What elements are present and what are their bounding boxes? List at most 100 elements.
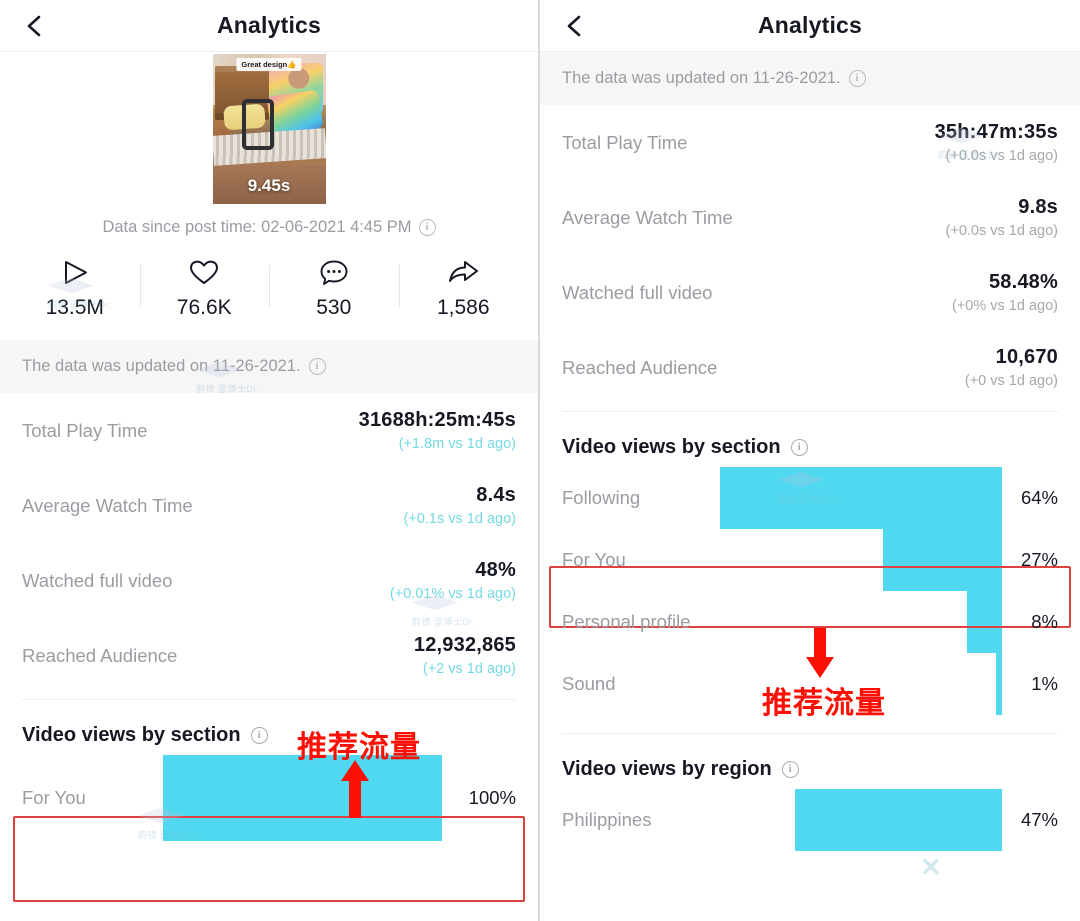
metric-value: 58.48% — [988, 271, 1058, 293]
bar-row: For You 100% — [22, 755, 516, 841]
stat-shares[interactable]: 1,586 — [398, 259, 529, 320]
metric-value: 8.4s — [476, 484, 516, 506]
stat-comments[interactable]: 530 — [269, 259, 399, 320]
info-icon[interactable]: i — [250, 727, 268, 744]
bar-fill — [883, 529, 1002, 591]
left-views-by-section-chart: For You 100% — [0, 755, 538, 841]
metric-value: 31688h:25m:45s — [358, 409, 516, 431]
metric-row: Average Watch Time 9.8s (+0.0s vs 1d ago… — [562, 180, 1058, 255]
metric-delta: (+0 vs 1d ago) — [964, 373, 1058, 389]
info-icon[interactable]: i — [418, 219, 436, 236]
bar-fill — [162, 755, 442, 841]
right-header: Analytics — [540, 0, 1080, 52]
metric-delta: (+0.0s vs 1d ago) — [945, 223, 1058, 239]
metric-delta: (+0.1s vs 1d ago) — [403, 511, 516, 527]
metric-delta: (+2 vs 1d ago) — [422, 661, 516, 677]
bar-value: 100% — [468, 787, 516, 808]
page-title: Analytics — [757, 12, 863, 38]
section-title-label: Video views by section — [22, 724, 241, 746]
section-title-views-by-section: Video views by section i — [0, 700, 538, 755]
metric-label: Watched full video — [22, 569, 173, 591]
metric-row: Average Watch Time 8.4s (+0.1s vs 1d ago… — [22, 468, 516, 543]
metric-delta: (+1.8m vs 1d ago) — [398, 436, 516, 452]
metric-value: 48% — [475, 559, 516, 581]
share-icon — [449, 261, 479, 282]
bar-label: For You — [22, 787, 86, 808]
data-updated-label: The data was updated on 11-26-2021. — [562, 69, 841, 87]
metric-value-group: 10,670 (+0 vs 1d ago) — [965, 346, 1058, 389]
data-updated-label: The data was updated on 11-26-2021. — [22, 357, 301, 375]
dual-screenshot-comparison: Analytics Great design👍 9.45s Data since… — [0, 0, 1080, 921]
info-icon[interactable]: i — [790, 439, 808, 456]
section-title-label: Video views by region — [562, 758, 772, 780]
metric-row: Watched full video 58.48% (+0% vs 1d ago… — [562, 255, 1058, 330]
data-updated-banner: The data was updated on 11-26-2021. i — [0, 340, 538, 393]
bar-label: For You — [562, 549, 626, 570]
thumb-bed-rail — [241, 99, 274, 150]
metric-label: Reached Audience — [562, 356, 718, 378]
metric-label: Average Watch Time — [562, 206, 733, 228]
metric-value: 9.8s — [1018, 196, 1058, 218]
bar-label: Personal profile — [562, 611, 691, 632]
bar-track — [562, 653, 1002, 715]
bar-track — [562, 529, 1002, 591]
section-title-label: Video views by section — [562, 436, 781, 458]
info-icon[interactable]: i — [781, 761, 799, 778]
stat-plays-value: 13.5M — [45, 296, 104, 319]
bar-label: Philippines — [562, 809, 652, 830]
bar-value: 8% — [1031, 611, 1058, 632]
play-icon — [64, 261, 87, 284]
bar-fill — [720, 467, 1002, 529]
bar-value: 27% — [1020, 549, 1058, 570]
metric-value: 35h:47m:35s — [934, 121, 1058, 143]
heart-icon — [190, 260, 219, 284]
data-since-label: Data since post time: 02-06-2021 4:45 PM — [102, 218, 412, 236]
metric-label: Watched full video — [562, 281, 713, 303]
metric-row: Reached Audience 10,670 (+0 vs 1d ago) — [562, 330, 1058, 405]
data-updated-banner: The data was updated on 11-26-2021. i — [540, 52, 1080, 105]
bar-value: 64% — [1020, 487, 1058, 508]
metric-value-group: 48% (+0.01% vs 1d ago) — [390, 559, 516, 602]
video-thumbnail[interactable]: Great design👍 9.45s — [212, 54, 326, 204]
stat-plays[interactable]: 13.5M — [10, 259, 140, 320]
stat-shares-value: 1,586 — [436, 296, 490, 319]
left-analytics-screen: Analytics Great design👍 9.45s Data since… — [0, 0, 540, 921]
info-icon[interactable]: i — [308, 358, 326, 375]
left-header: Analytics — [0, 0, 538, 52]
metric-value: 12,932,865 — [413, 634, 516, 656]
stat-likes[interactable]: 76.6K — [139, 259, 270, 320]
bar-fill — [966, 591, 1002, 653]
section-title-views-by-region: Video views by region i — [540, 734, 1080, 789]
page-title: Analytics — [216, 12, 322, 38]
bar-row: Personal profile 8% — [562, 591, 1058, 653]
info-icon[interactable]: i — [848, 70, 866, 87]
right-analytics-screen: Analytics The data was updated on 11-26-… — [540, 0, 1080, 921]
bar-row: Philippines 47% — [562, 789, 1058, 851]
watermark: ✕ — [920, 852, 942, 883]
metric-value-group: 9.8s (+0.0s vs 1d ago) — [946, 196, 1058, 239]
metric-value-group: 12,932,865 (+2 vs 1d ago) — [414, 634, 516, 677]
bar-row: For You 27% — [562, 529, 1058, 591]
stat-comments-value: 530 — [316, 296, 352, 319]
metric-row: Total Play Time 31688h:25m:45s (+1.8m vs… — [22, 393, 516, 468]
metric-delta: (+0% vs 1d ago) — [952, 298, 1058, 314]
stat-likes-value: 76.6K — [176, 296, 232, 319]
video-thumbnail-container: Great design👍 9.45s — [0, 52, 538, 204]
back-button[interactable] — [562, 13, 588, 39]
metric-label: Average Watch Time — [22, 494, 193, 516]
watermark-logo-text: ✕ — [920, 852, 942, 882]
metric-delta: (+0.0s vs 1d ago) — [945, 148, 1058, 164]
metric-label: Total Play Time — [22, 419, 148, 441]
metric-value-group: 35h:47m:35s (+0.0s vs 1d ago) — [935, 121, 1058, 164]
comment-icon — [320, 260, 348, 285]
bar-row: Sound 1% — [562, 653, 1058, 715]
thumb-duration: 9.45s — [247, 176, 291, 195]
right-metrics-list: Total Play Time 35h:47m:35s (+0.0s vs 1d… — [540, 105, 1080, 405]
back-button[interactable] — [22, 13, 48, 39]
bar-label: Sound — [562, 673, 616, 694]
left-metrics-list: Total Play Time 31688h:25m:45s (+1.8m vs… — [0, 393, 538, 693]
right-views-by-section-chart: Following 64% For You 27% Personal profi… — [540, 467, 1080, 715]
bar-fill — [995, 653, 1002, 715]
metric-value-group: 58.48% (+0% vs 1d ago) — [952, 271, 1058, 314]
metric-label: Total Play Time — [562, 131, 688, 153]
